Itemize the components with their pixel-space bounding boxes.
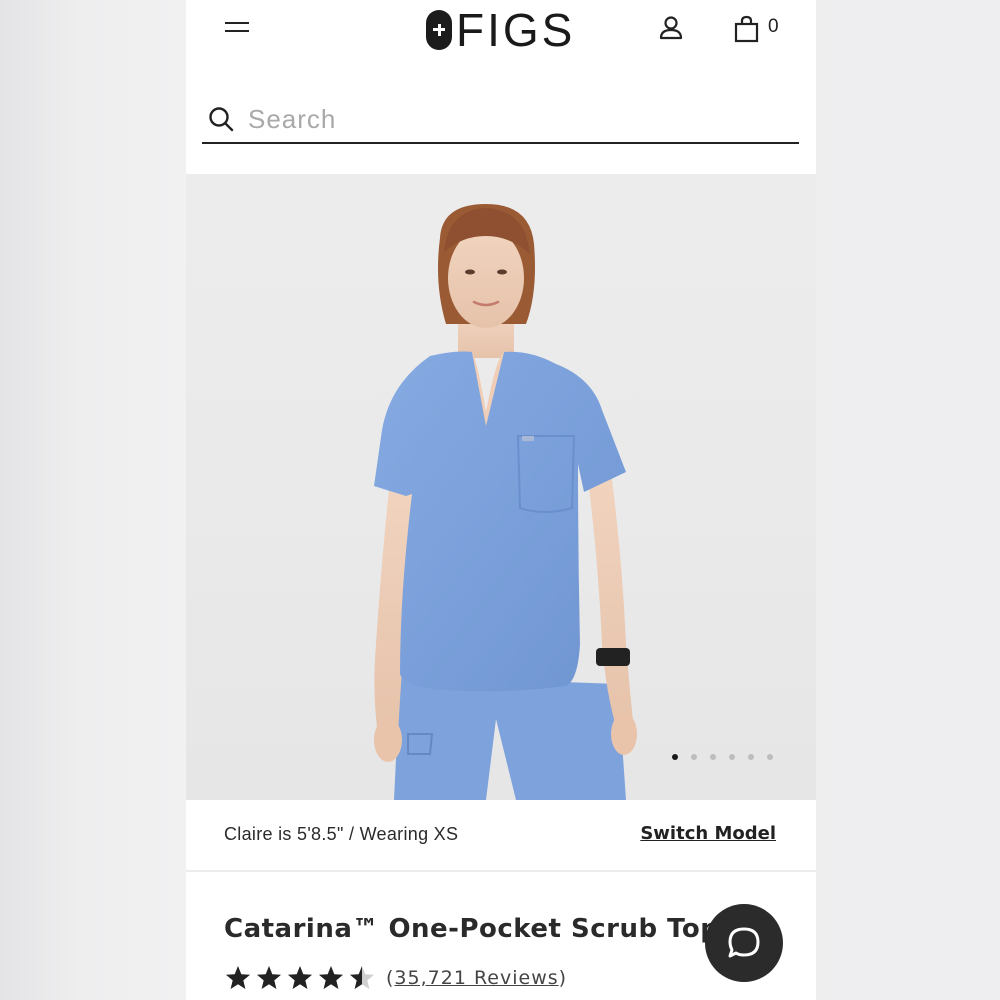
reviews-count: 35,721 Reviews [394,967,559,989]
star-rating [224,964,376,992]
switch-model-link[interactable]: Switch Model [640,823,776,844]
carousel-dot[interactable] [710,754,716,760]
figs-logo[interactable]: FIGS [426,6,575,54]
account-button[interactable] [658,14,684,42]
carousel-dot[interactable] [729,754,735,760]
cart-button[interactable] [732,14,762,44]
star-icon [350,966,374,989]
reviews-paren-close: ) [558,967,568,989]
product-photo [374,204,637,800]
header: FIGS 0 [186,0,816,60]
chat-button[interactable] [705,904,783,982]
menu-icon-line [225,30,249,32]
chat-icon [728,927,760,958]
product-title: Catarina™ One-Pocket Scrub Top [224,914,720,944]
carousel-dot[interactable] [672,754,678,760]
menu-icon-line [225,22,249,24]
product-image-carousel[interactable] [186,174,816,800]
search-input[interactable] [246,98,790,140]
cart-count: 0 [768,16,779,37]
star-icon [226,966,250,989]
search-bar[interactable] [202,94,799,144]
carousel-dot[interactable] [691,754,697,760]
menu-button[interactable] [222,16,252,40]
search-icon [209,107,234,132]
star-icon [288,966,312,989]
product-page: FIGS 0 Search Claire is 5'8.5" / Wearing… [186,0,816,1000]
star-icon [257,966,281,989]
reviews-link[interactable]: (35,721 Reviews) [386,967,567,989]
bag-icon [734,15,759,43]
star-icon [319,966,343,989]
model-info-row: Claire is 5'8.5" / Wearing XS Switch Mod… [186,800,816,872]
logo-cross-icon [426,10,452,50]
carousel-dot[interactable] [767,754,773,760]
account-icon [659,16,683,40]
carousel-dot[interactable] [748,754,754,760]
logo-text: FIGS [456,4,576,56]
carousel-dots [672,754,773,760]
rating-row: (35,721 Reviews) [224,964,567,992]
model-info-text: Claire is 5'8.5" / Wearing XS [224,824,459,844]
